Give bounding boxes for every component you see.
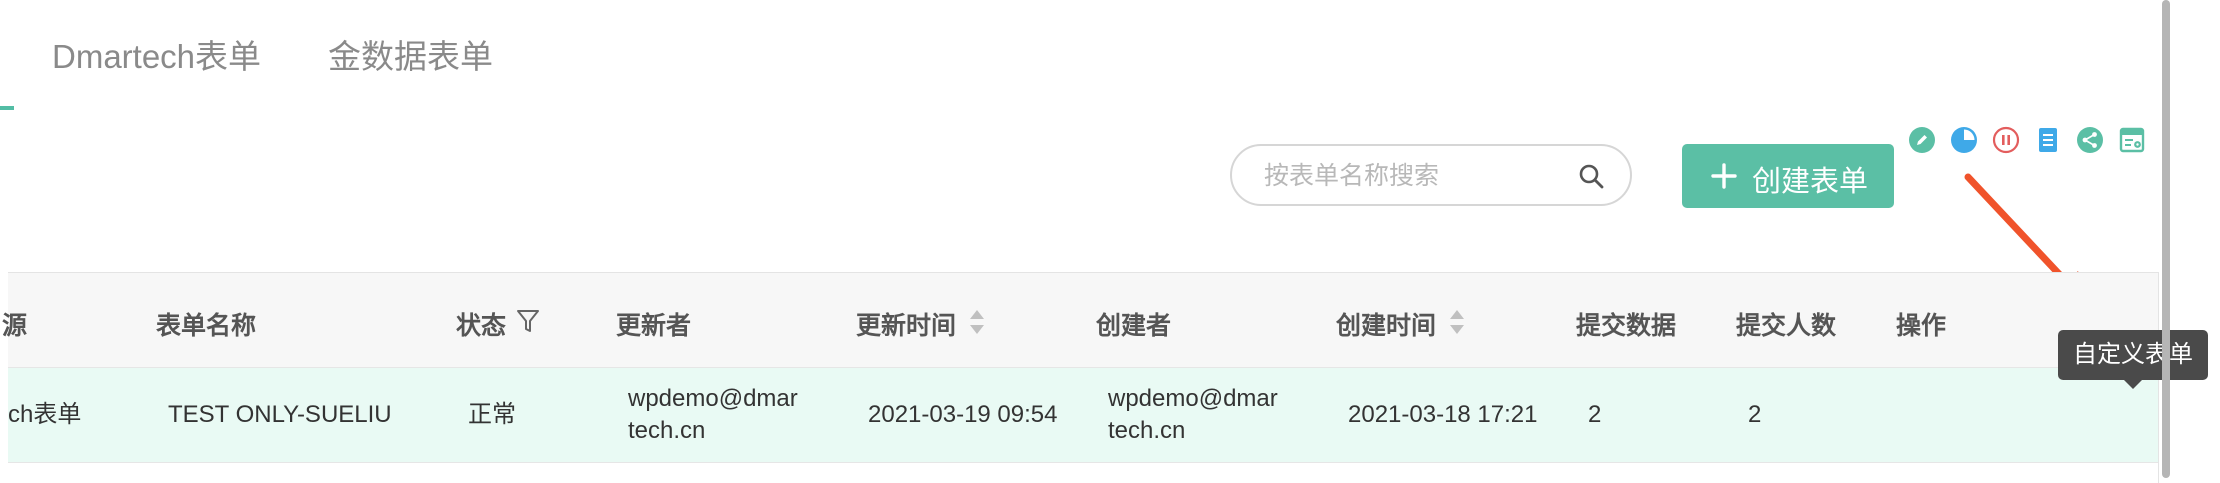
cell-creator-line2: tech.cn — [1108, 417, 1186, 444]
active-tab-indicator — [0, 106, 14, 110]
create-form-button[interactable]: 创建表单 — [1682, 144, 1894, 208]
document-icon — [2039, 128, 2057, 152]
cell-updater-line2: tech.cn — [628, 417, 706, 444]
edit-form-button[interactable] — [1908, 126, 1936, 154]
search-icon[interactable] — [1578, 163, 1604, 189]
search-box — [1230, 144, 1632, 206]
cell-creator-line1: wpdemo@dmar — [1108, 385, 1278, 412]
tooltip-arrow — [2124, 380, 2142, 389]
plus-icon — [1711, 163, 1737, 189]
filter-icon[interactable] — [516, 308, 540, 334]
share-icon — [2077, 127, 2103, 153]
tooltip-custom-form: 自定义表单 — [2058, 330, 2208, 380]
share-form-button[interactable] — [2076, 126, 2104, 154]
statistics-button[interactable] — [1950, 126, 1978, 154]
cell-form-name[interactable]: TEST ONLY-SUELIU — [168, 400, 392, 430]
tab-dmartech-forms[interactable]: Dmartech表单 — [52, 30, 261, 78]
cell-create-time: 2021-03-18 17:21 — [1348, 401, 1538, 428]
column-header-source: 源 — [2, 312, 28, 340]
cell-submitters: 2 — [1748, 401, 1762, 428]
vertical-scrollbar[interactable] — [2162, 0, 2170, 478]
custom-form-button[interactable] — [2118, 126, 2146, 154]
column-header-submissions: 提交数据 — [1576, 312, 1677, 340]
cell-submissions: 2 — [1588, 401, 1602, 428]
table-row[interactable]: ch表单 TEST ONLY-SUELIU 正常 wpdemo@dmar tec… — [8, 368, 2158, 463]
sort-icon[interactable] — [969, 307, 985, 337]
cell-source: ch表单 — [8, 401, 82, 428]
column-header-submitters: 提交人数 — [1736, 312, 1837, 340]
column-header-form-name: 表单名称 — [156, 312, 257, 340]
tab-jinshuju-forms[interactable]: 金数据表单 — [328, 30, 493, 78]
column-header-status: 状态 — [456, 312, 507, 340]
column-header-create-time[interactable]: 创建时间 — [1336, 306, 1436, 342]
column-header-update-time[interactable]: 更新时间 — [856, 306, 956, 342]
form-data-button[interactable] — [2034, 126, 2062, 154]
edit-icon — [1909, 127, 1935, 153]
pause-form-button[interactable] — [1992, 126, 2020, 154]
cell-update-time: 2021-03-19 09:54 — [868, 401, 1058, 428]
search-input[interactable] — [1262, 146, 1566, 206]
column-header-updater: 更新者 — [616, 312, 692, 340]
pause-icon — [1992, 126, 2020, 154]
sort-icon[interactable] — [1449, 307, 1465, 337]
pie-chart-icon — [1951, 127, 1977, 153]
forms-table: 源 表单名称 状态 更新者 更新时间 创建者 创建时间 提交数据 提交人数 操作… — [2, 272, 2159, 483]
table-header: 源 表单名称 状态 更新者 更新时间 创建者 创建时间 提交数据 提交人数 操作 — [2, 273, 2158, 368]
cell-updater-line1: wpdemo@dmar — [628, 385, 798, 412]
form-tabs: Dmartech表单 金数据表单 — [0, 0, 2160, 112]
cell-status: 正常 — [468, 401, 516, 428]
column-header-actions: 操作 — [1896, 312, 1947, 340]
custom-form-icon — [2119, 127, 2145, 153]
column-header-creator: 创建者 — [1096, 312, 1172, 340]
create-form-label: 创建表单 — [1752, 166, 1869, 198]
